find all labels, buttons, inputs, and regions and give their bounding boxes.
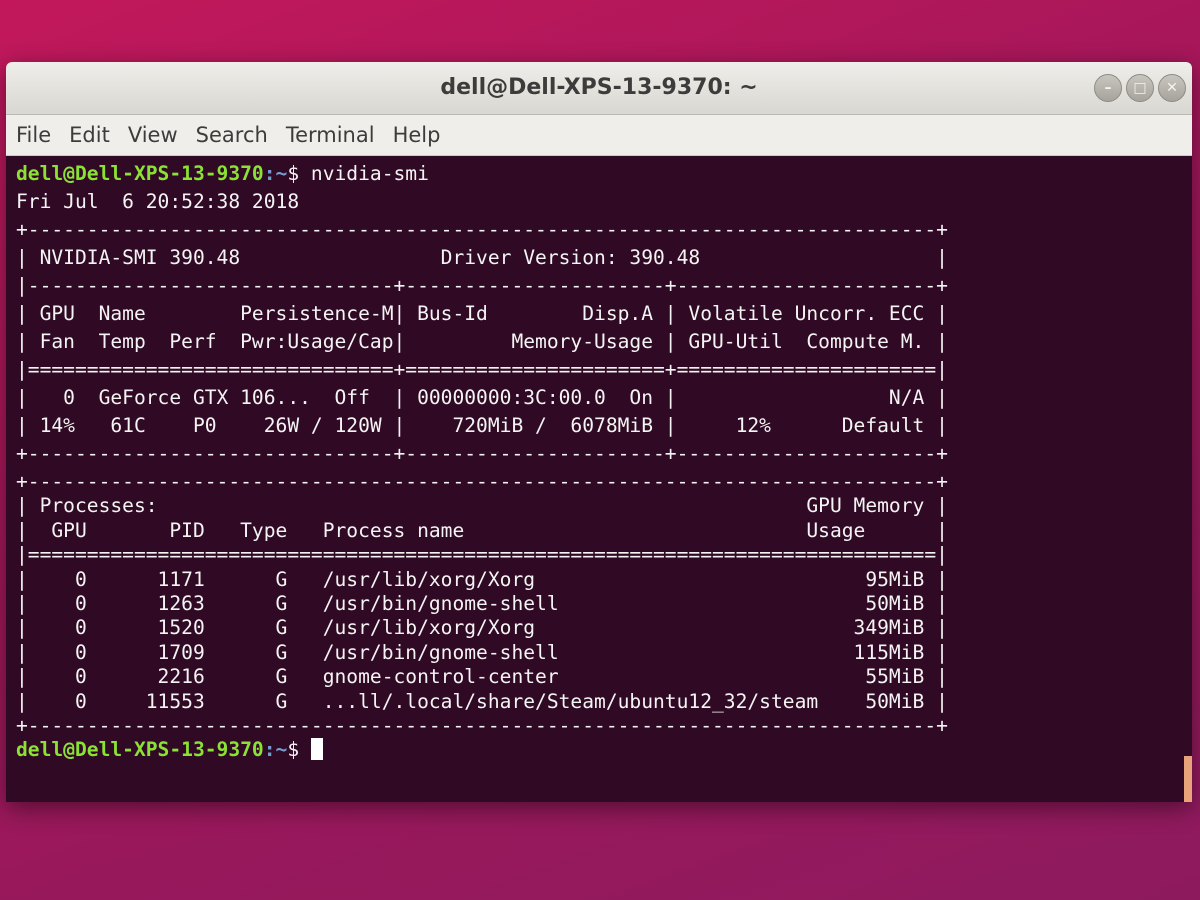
command-line: dell@Dell-XPS-13-9370:~$ nvidia-smi: [16, 160, 1192, 188]
smi-line: | GPU Name Persistence-M| Bus-Id Disp.A …: [16, 302, 948, 325]
window-title: dell@Dell-XPS-13-9370: ~: [440, 75, 758, 100]
menu-edit[interactable]: Edit: [69, 123, 110, 147]
process-line: |=======================================…: [16, 543, 948, 567]
smi-line: | 14% 61C P0 26W / 120W | 720MiB / 6078M…: [16, 414, 948, 437]
menu-file[interactable]: File: [16, 123, 51, 147]
terminal-content[interactable]: dell@Dell-XPS-13-9370:~$ nvidia-smi Fri J…: [6, 156, 1192, 802]
smi-line: |===============================+=======…: [16, 358, 948, 381]
menu-search[interactable]: Search: [196, 123, 268, 147]
process-line: | 0 2216 G gnome-control-center 55MiB |: [16, 665, 948, 689]
smi-line: |-------------------------------+-------…: [16, 274, 948, 297]
minimize-icon[interactable]: –: [1094, 74, 1122, 102]
prompt-user: dell@Dell-XPS-13-9370: [16, 738, 264, 762]
scrollbar[interactable]: [1184, 756, 1192, 802]
menu-terminal[interactable]: Terminal: [286, 123, 375, 147]
process-line: | 0 1709 G /usr/bin/gnome-shell 115MiB |: [16, 640, 948, 664]
smi-line: | NVIDIA-SMI 390.48 Driver Version: 390.…: [16, 246, 948, 269]
terminal-output: dell@Dell-XPS-13-9370:~$ nvidia-smi Fri J…: [16, 160, 1192, 468]
smi-line: | 0 GeForce GTX 106... Off | 00000000:3C…: [16, 386, 948, 409]
active-prompt-line[interactable]: dell@Dell-XPS-13-9370:~$: [16, 736, 1192, 764]
prompt-path: :~: [263, 738, 288, 762]
prompt-symbol: $: [287, 162, 311, 185]
process-line: | 0 1171 G /usr/lib/xorg/Xorg 95MiB |: [16, 567, 948, 591]
process-line: | Processes: GPU Memory |: [16, 494, 948, 518]
menu-help[interactable]: Help: [393, 123, 441, 147]
process-line: | 0 1263 G /usr/bin/gnome-shell 50MiB |: [16, 591, 948, 615]
process-line: +---------------------------------------…: [16, 713, 948, 737]
smi-line: +-------------------------------+-------…: [16, 442, 948, 465]
menu-bar: File Edit View Search Terminal Help: [6, 115, 1192, 156]
close-icon[interactable]: ✕: [1158, 74, 1186, 102]
maximize-icon[interactable]: □: [1126, 74, 1154, 102]
prompt-path: :~: [263, 162, 288, 185]
prompt-symbol: $: [287, 738, 311, 762]
smi-line: +---------------------------------------…: [16, 218, 948, 241]
processes-table: +---------------------------------------…: [16, 468, 1192, 737]
menu-view[interactable]: View: [128, 123, 178, 147]
date-line: Fri Jul 6 20:52:38 2018: [16, 190, 300, 213]
process-line: | 0 11553 G ...ll/.local/share/Steam/ubu…: [16, 689, 948, 713]
text-cursor: [310, 738, 323, 761]
process-line: +---------------------------------------…: [16, 470, 948, 493]
process-line: | GPU PID Type Process name Usage |: [16, 518, 948, 542]
terminal-window[interactable]: dell@Dell-XPS-13-9370: ~ – □ ✕ File Edit…: [6, 62, 1192, 802]
prompt-user: dell@Dell-XPS-13-9370: [16, 162, 264, 185]
process-line: | 0 1520 G /usr/lib/xorg/Xorg 349MiB |: [16, 616, 948, 640]
smi-line: | Fan Temp Perf Pwr:Usage/Cap| Memory-Us…: [16, 330, 948, 353]
title-bar[interactable]: dell@Dell-XPS-13-9370: ~ – □ ✕: [6, 62, 1192, 115]
command-text: nvidia-smi: [310, 162, 429, 185]
